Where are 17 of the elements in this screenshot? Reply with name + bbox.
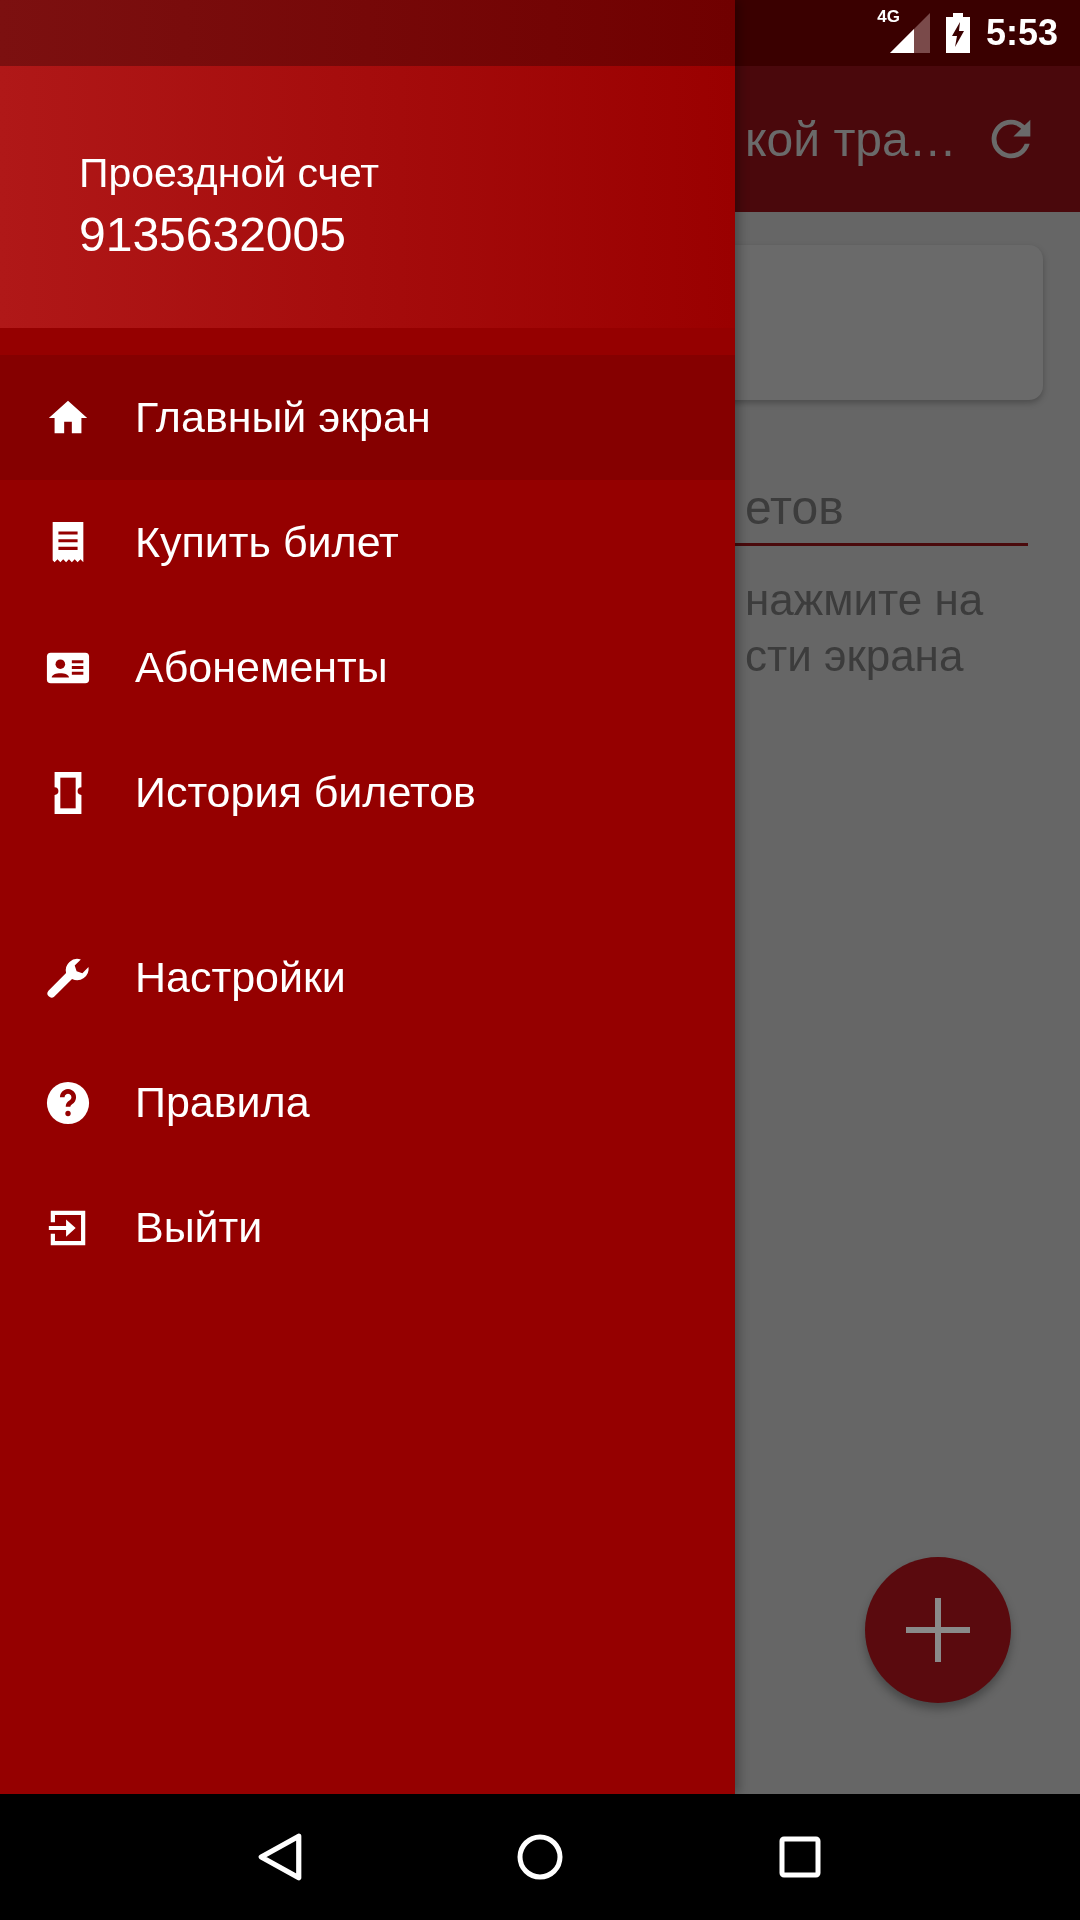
help-icon: [45, 1079, 91, 1126]
menu-item[interactable]: Абонементы: [0, 605, 735, 730]
network-label: 4G: [877, 7, 900, 27]
menu-item[interactable]: Купить билет: [0, 480, 735, 605]
menu-item[interactable]: Настройки: [0, 915, 735, 1040]
account-number: 9135632005: [79, 207, 347, 262]
menu-item[interactable]: Главный экран: [0, 355, 735, 480]
menu-item[interactable]: Правила: [0, 1040, 735, 1165]
back-icon[interactable]: [256, 1832, 304, 1882]
menu-item[interactable]: История билетов: [0, 730, 735, 855]
menu-item[interactable]: Выйти: [0, 1165, 735, 1290]
clock-time: 5:53: [985, 12, 1058, 54]
toolbar-title: кой тра…: [745, 111, 957, 167]
account-title: Проездной счет: [79, 150, 381, 197]
home-circle-icon[interactable]: [516, 1832, 564, 1882]
battery-charging-icon: [945, 13, 970, 53]
plus-icon: [906, 1598, 970, 1662]
